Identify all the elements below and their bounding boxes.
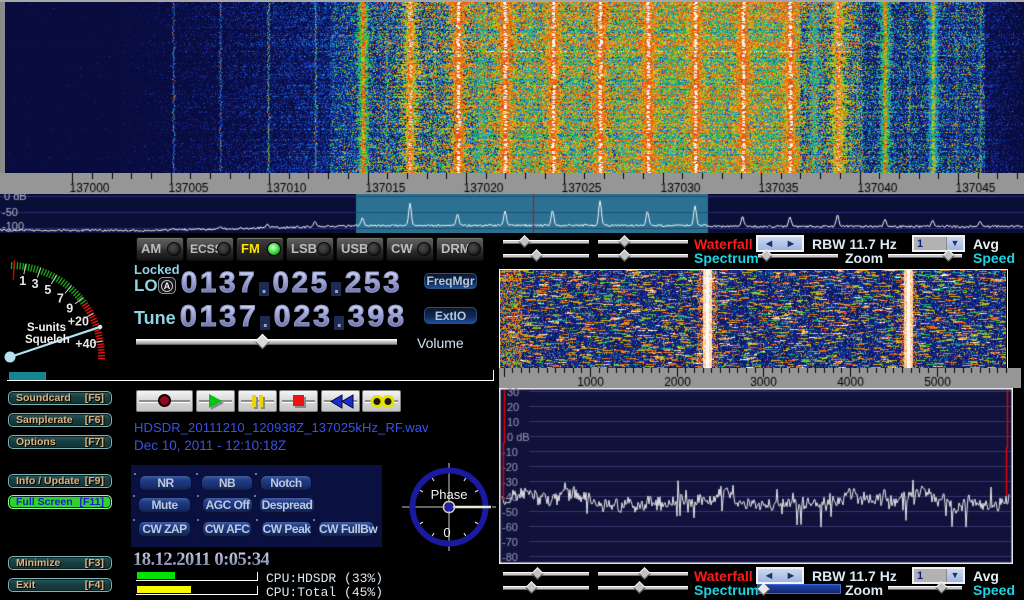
svg-text:7: 7 xyxy=(57,292,64,306)
svg-text:1: 1 xyxy=(19,274,26,288)
svg-text:5: 5 xyxy=(44,283,51,297)
svg-text:3: 3 xyxy=(32,277,39,291)
svg-text:+20: +20 xyxy=(68,314,89,328)
svg-text:Squelch: Squelch xyxy=(25,334,70,346)
svg-text:+40: +40 xyxy=(75,337,96,351)
svg-text:S-units: S-units xyxy=(27,322,66,334)
svg-text:Phase: Phase xyxy=(431,487,468,502)
svg-text:0: 0 xyxy=(443,525,450,540)
svg-text:9: 9 xyxy=(66,301,73,315)
